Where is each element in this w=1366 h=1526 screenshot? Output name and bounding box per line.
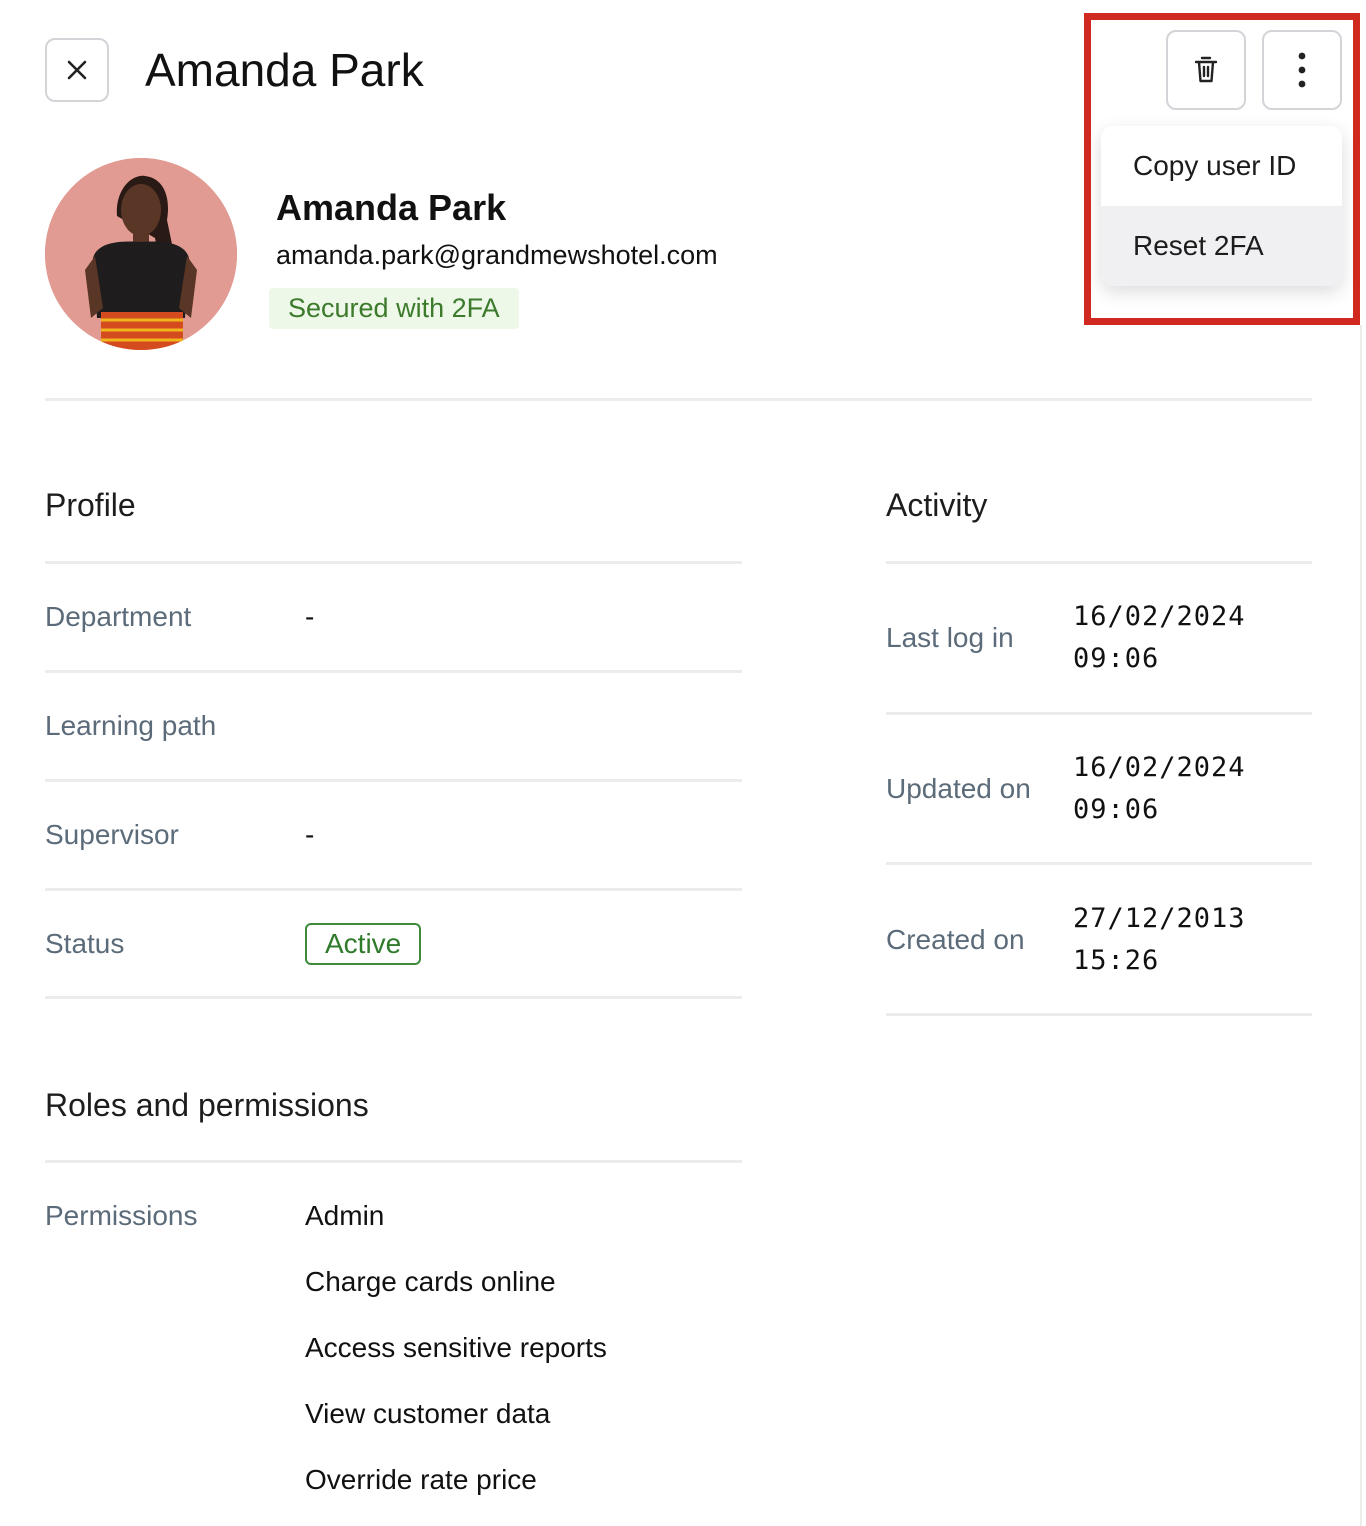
trash-icon (1194, 56, 1218, 83)
divider (886, 561, 1312, 564)
more-actions-button[interactable] (1262, 30, 1342, 110)
last-login-label: Last log in (886, 622, 1014, 653)
updated-on-date: 16/02/2024 (1073, 752, 1246, 783)
activity-section-title: Activity (886, 487, 988, 523)
department-label: Department (45, 601, 192, 632)
panel-edge (1360, 325, 1362, 1526)
created-on-date: 27/12/2013 (1073, 903, 1246, 934)
avatar (45, 158, 237, 350)
learning-path-label: Learning path (45, 710, 217, 741)
more-vertical-icon (1298, 52, 1306, 88)
permission-item: Charge cards online (305, 1266, 556, 1297)
permission-item: Access sensitive reports (305, 1332, 607, 1363)
divider (45, 888, 742, 891)
last-login-time: 09:06 (1073, 643, 1160, 674)
menu-item-reset-2fa[interactable]: Reset 2FA (1101, 206, 1342, 286)
divider (886, 1013, 1312, 1016)
menu-item-copy-user-id[interactable]: Copy user ID (1101, 126, 1342, 206)
actions-dropdown-menu: Copy user ID Reset 2FA (1101, 126, 1342, 286)
updated-on-label: Updated on (886, 773, 1031, 804)
roles-section-title: Roles and permissions (45, 1087, 369, 1123)
two-factor-badge: Secured with 2FA (269, 288, 519, 329)
divider (886, 862, 1312, 865)
last-login-date: 16/02/2024 (1073, 601, 1246, 632)
status-label: Status (45, 928, 125, 959)
divider (45, 670, 742, 673)
permissions-label: Permissions (45, 1200, 198, 1231)
close-icon (67, 60, 87, 80)
profile-section-title: Profile (45, 487, 136, 523)
supervisor-value: - (305, 819, 315, 850)
supervisor-label: Supervisor (45, 819, 179, 850)
divider (886, 712, 1312, 715)
status-badge: Active (305, 923, 422, 965)
divider (45, 1160, 742, 1163)
page-title: Amanda Park (145, 44, 424, 96)
department-value: - (305, 601, 315, 632)
permission-item: Admin (305, 1200, 385, 1231)
header-divider (45, 398, 1312, 401)
permission-item: Override rate price (305, 1464, 537, 1495)
close-button[interactable] (45, 38, 109, 102)
updated-on-time: 09:06 (1073, 794, 1160, 825)
permission-item: View customer data (305, 1398, 551, 1429)
divider (45, 779, 742, 782)
avatar-photo (45, 158, 237, 350)
created-on-label: Created on (886, 924, 1025, 955)
delete-user-button[interactable] (1166, 30, 1246, 110)
user-email: amanda.park@grandmewshotel.com (276, 240, 718, 270)
created-on-time: 15:26 (1073, 945, 1160, 976)
user-name: Amanda Park (276, 187, 507, 228)
divider (45, 996, 742, 999)
divider (45, 561, 742, 564)
